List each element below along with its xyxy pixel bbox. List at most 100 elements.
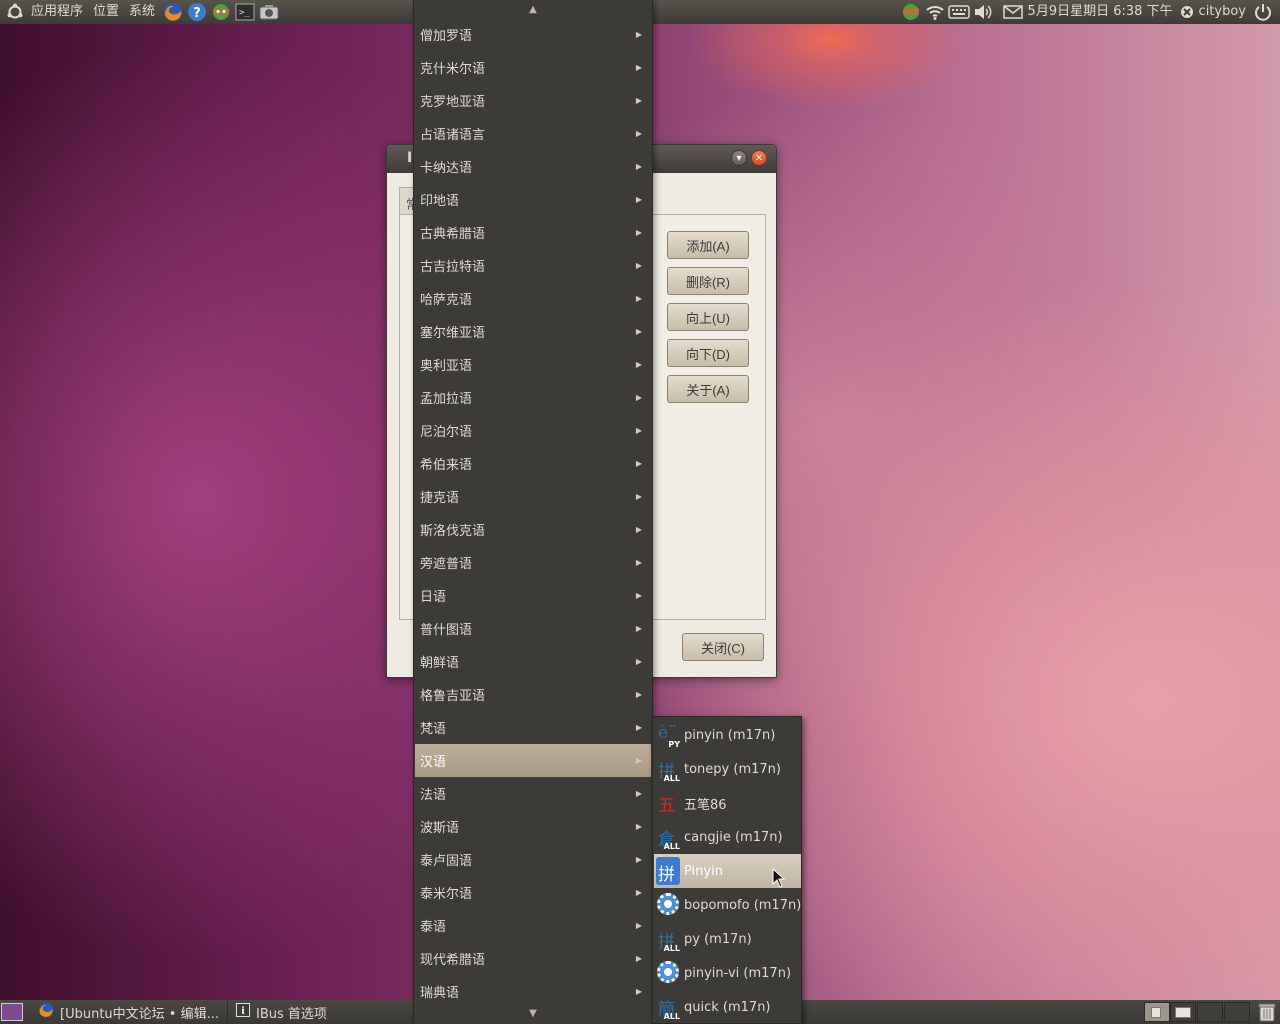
language-menu-item[interactable]: 捷克语 ▶ [415,480,651,513]
taskbar-item-label: [Ubuntu中文论坛 • 编辑... [60,1006,219,1022]
language-menu-item[interactable]: 泰卢固语 ▶ [415,843,651,876]
language-menu-item-label: 古典希腊语 [420,227,486,242]
language-menu-item[interactable]: 孟加拉语 ▶ [415,381,651,414]
ime-menu-item-label: 五笔86 [684,797,727,813]
user-status-icon[interactable] [1179,1,1195,23]
add-button[interactable]: 添加(A) [667,231,749,259]
ime-menu-item[interactable]: 倉 ALL cangjie (m17n) [654,820,801,854]
language-menu-item[interactable]: 梵语 ▶ [415,711,651,744]
workspace-window-thumb [1175,1007,1191,1018]
language-menu-item[interactable]: 斯洛伐克语 ▶ [415,513,651,546]
language-menu-item[interactable]: 瑞典语 ▶ [415,975,651,1008]
language-menu-item[interactable]: 奥利亚语 ▶ [415,348,651,381]
show-desktop-icon[interactable] [1,1003,23,1021]
language-menu-item[interactable]: 泰米尔语 ▶ [415,876,651,909]
submenu-arrow-icon: ▶ [635,30,642,39]
mail-icon[interactable] [1002,1,1024,23]
menu-places[interactable]: 位置 [88,0,124,24]
workspace-3[interactable] [1197,1002,1223,1022]
help-icon[interactable]: ? [186,1,208,23]
language-menu-item[interactable]: 日语 ▶ [415,579,651,612]
menu-system[interactable]: 系统 [124,0,160,24]
menu-scroll-up-arrow[interactable]: ▲ [414,1,652,19]
language-menu: ▲ ▼ 僧加罗语 ▶ 克什米尔语 ▶ 克罗地亚语 ▶ 占语诸语言 ▶ 卡纳达语 ▶ 印地语 ▶ 古典希腊… [413,0,653,1024]
menu-applications[interactable]: 应用程序 [26,0,88,24]
ime-menu-item[interactable]: 五五笔86 [654,786,801,820]
language-menu-item[interactable]: 普什图语 ▶ [415,612,651,645]
ime-menu-item[interactable]: è¨ PY pinyin (m17n) [654,718,801,752]
screenshot-icon[interactable] [258,1,280,23]
language-menu-item[interactable]: 法语 ▶ [415,777,651,810]
language-menu-item-label: 古吉拉特语 [420,260,486,275]
user-name[interactable]: cityboy [1195,0,1250,24]
keyboard-icon[interactable] [947,1,970,23]
language-menu-item-label: 梵语 [420,722,447,737]
taskbar-item-firefox[interactable]: [Ubuntu中文论坛 • 编辑... [32,1001,228,1023]
language-menu-item-label: 尼泊尔语 [420,425,473,440]
firefox-icon[interactable] [162,1,184,23]
power-icon[interactable] [1252,1,1274,23]
language-menu-item[interactable]: 塞尔维亚语 ▶ [415,315,651,348]
language-menu-item[interactable]: 朝鲜语 ▶ [415,645,651,678]
submenu-arrow-icon: ▶ [635,822,642,831]
language-menu-item[interactable]: 泰语 ▶ [415,909,651,942]
ubuntu-logo-icon[interactable] [4,0,26,24]
workspace-2[interactable] [1170,1002,1196,1022]
submenu-arrow-icon: ▶ [635,888,642,897]
trash-icon[interactable] [1256,1001,1278,1023]
remove-button[interactable]: 删除(R) [667,267,749,295]
language-menu-item[interactable]: 古吉拉特语 ▶ [415,249,651,282]
language-menu-item-label: 汉语 [420,755,447,770]
language-menu-item-label: 普什图语 [420,623,473,638]
submenu-arrow-icon: ▶ [635,558,642,567]
language-menu-item-label: 捷克语 [420,491,460,506]
ime-menu-item-label: py (m17n) [684,931,752,947]
language-menu-item[interactable]: 古典希腊语 ▶ [415,216,651,249]
close-window-button[interactable]: ✕ [751,150,767,166]
tray-bandwidth-icon[interactable] [900,1,922,23]
move-down-button[interactable]: 向下(D) [667,339,749,367]
language-menu-item-label: 旁遮普语 [420,557,473,572]
workspace-1[interactable] [1144,1002,1170,1022]
about-button[interactable]: 关于(A) [667,375,749,403]
top-panel-right: 5月9日星期日 6:38 下午 cityboy [898,0,1280,24]
close-button[interactable]: 关闭(C) [682,633,764,661]
volume-icon[interactable] [972,1,994,23]
language-menu-item[interactable]: 卡纳达语 ▶ [415,150,651,183]
ime-menu-item[interactable]: 拼 ALL py (m17n) [654,922,801,956]
language-menu-item[interactable]: 现代希腊语 ▶ [415,942,651,975]
ime-menu-item[interactable]: pinyin-vi (m17n) [654,956,801,990]
language-menu-item[interactable]: 印地语 ▶ [415,183,651,216]
bandwidth-icon[interactable] [210,1,232,23]
submenu-arrow-icon: ▶ [635,294,642,303]
submenu-arrow-icon: ▶ [635,525,642,534]
language-menu-item[interactable]: 僧加罗语 ▶ [415,18,651,51]
clock[interactable]: 5月9日星期日 6:38 下午 [1024,0,1177,24]
language-menu-item[interactable]: 汉语 ▶ [415,744,651,777]
wifi-icon[interactable] [924,1,946,23]
ime-menu-item-label: quick (m17n) [684,999,771,1015]
ime-menu-item[interactable]: 拼 ALL tonepy (m17n) [654,752,801,786]
language-menu-item[interactable]: 希伯来语 ▶ [415,447,651,480]
mouse-pointer-icon [772,867,786,892]
workspace-4[interactable] [1224,1002,1250,1022]
language-menu-item[interactable]: 克罗地亚语 ▶ [415,84,651,117]
language-menu-item[interactable]: 波斯语 ▶ [415,810,651,843]
terminal-icon[interactable]: >_ [234,1,256,23]
language-menu-item[interactable]: 占语诸语言 ▶ [415,117,651,150]
move-up-button[interactable]: 向上(U) [667,303,749,331]
submenu-arrow-icon: ▶ [635,63,642,72]
language-menu-item[interactable]: 克什米尔语 ▶ [415,51,651,84]
language-menu-item[interactable]: 哈萨克语 ▶ [415,282,651,315]
language-menu-item[interactable]: 格鲁吉亚语 ▶ [415,678,651,711]
language-menu-item[interactable]: 尼泊尔语 ▶ [415,414,651,447]
ime-menu-item[interactable]: bopomofo (m17n) [654,888,801,922]
submenu-arrow-icon: ▶ [635,987,642,996]
minimize-button[interactable]: ▾ [731,150,747,166]
taskbar-item-ibus[interactable]: i IBus 首选项 [230,1001,430,1023]
ime-menu-item[interactable]: 簡 ALL quick (m17n) [654,990,801,1024]
language-menu-item[interactable]: 旁遮普语 ▶ [415,546,651,579]
language-menu-item-label: 泰语 [420,920,447,935]
language-menu-item-label: 占语诸语言 [420,128,486,143]
top-panel-left: 应用程序 位置 系统 ? >_ [0,0,280,24]
